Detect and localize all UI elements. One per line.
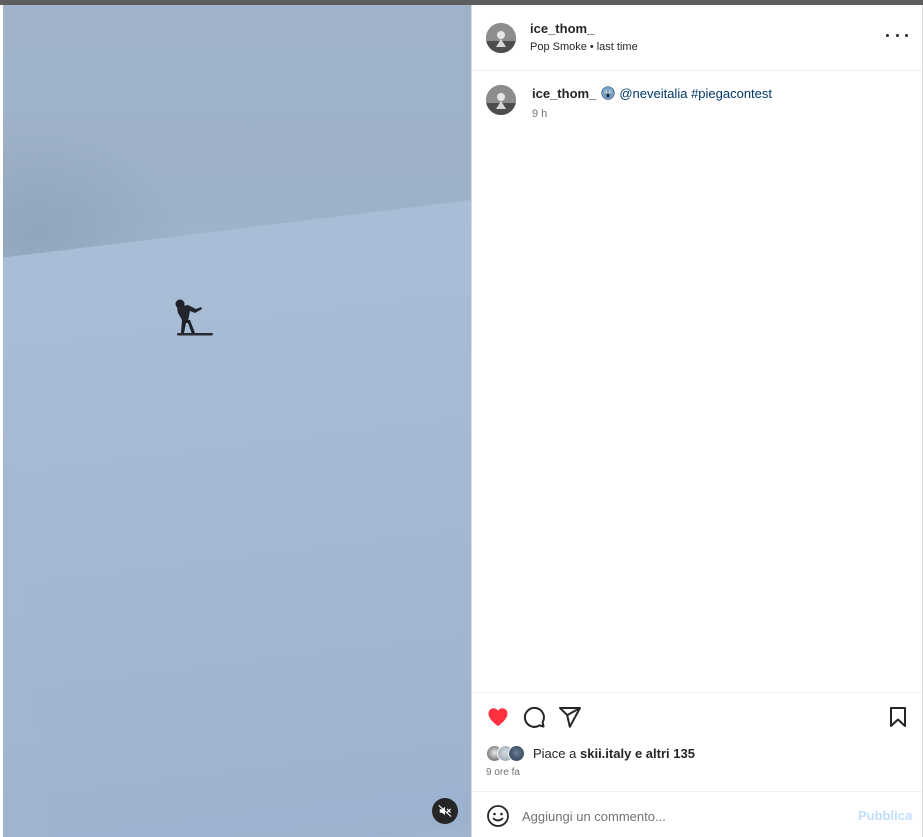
mute-button[interactable] xyxy=(432,798,458,824)
snow-slope xyxy=(3,196,471,837)
emoji-icon[interactable] xyxy=(486,804,510,828)
astonished-face-icon xyxy=(601,86,615,100)
audio-info[interactable]: Pop Smoke • last time xyxy=(530,41,638,53)
more-options-icon[interactable] xyxy=(886,27,908,43)
share-icon[interactable] xyxy=(558,705,582,729)
post-timestamp: 9 ore fa xyxy=(486,767,520,778)
comment-bar: Pubblica xyxy=(472,791,922,837)
heart-icon[interactable] xyxy=(486,705,510,729)
caption-time: 9 h xyxy=(532,108,548,120)
likes-prefix: Piace a xyxy=(533,745,577,761)
likes-summary[interactable]: Piace a skii.italy e altri 135 xyxy=(486,743,695,763)
caption-text: ice_thom_ @neveitalia #piegacontest xyxy=(532,86,772,101)
post-details-panel: ice_thom_ Pop Smoke • last time ice_thom_ … xyxy=(472,5,923,837)
mention-link[interactable]: @neveitalia xyxy=(619,86,687,101)
post-actions: Piace a skii.italy e altri 135 9 ore fa … xyxy=(472,692,922,837)
audio-track[interactable]: last time xyxy=(597,41,638,53)
caption-avatar[interactable] xyxy=(486,85,516,115)
avatar-photo xyxy=(486,23,516,53)
hashtag-link[interactable]: #piegacontest xyxy=(691,86,772,101)
avatar-photo xyxy=(486,85,516,115)
post-video[interactable] xyxy=(3,5,471,837)
snowboarder-figure xyxy=(175,299,213,336)
likes-text: Piace a skii.italy e altri 135 xyxy=(533,746,695,761)
audio-artist[interactable]: Pop Smoke xyxy=(530,41,587,53)
comment-input[interactable] xyxy=(522,802,842,830)
liker-avatar xyxy=(508,744,525,762)
bookmark-icon[interactable] xyxy=(886,705,910,729)
author-username[interactable]: ice_thom_ xyxy=(530,21,594,36)
likes-user-link[interactable]: skii.italy xyxy=(580,746,631,761)
comment-icon[interactable] xyxy=(522,705,546,729)
publish-button[interactable]: Pubblica xyxy=(858,808,912,823)
audio-separator: • xyxy=(589,41,594,53)
caption-username[interactable]: ice_thom_ xyxy=(532,86,596,101)
author-avatar[interactable] xyxy=(486,23,516,53)
post-header: ice_thom_ Pop Smoke • last time xyxy=(472,5,922,71)
mute-icon xyxy=(438,805,452,817)
likes-others-link[interactable]: e altri 135 xyxy=(635,746,695,761)
